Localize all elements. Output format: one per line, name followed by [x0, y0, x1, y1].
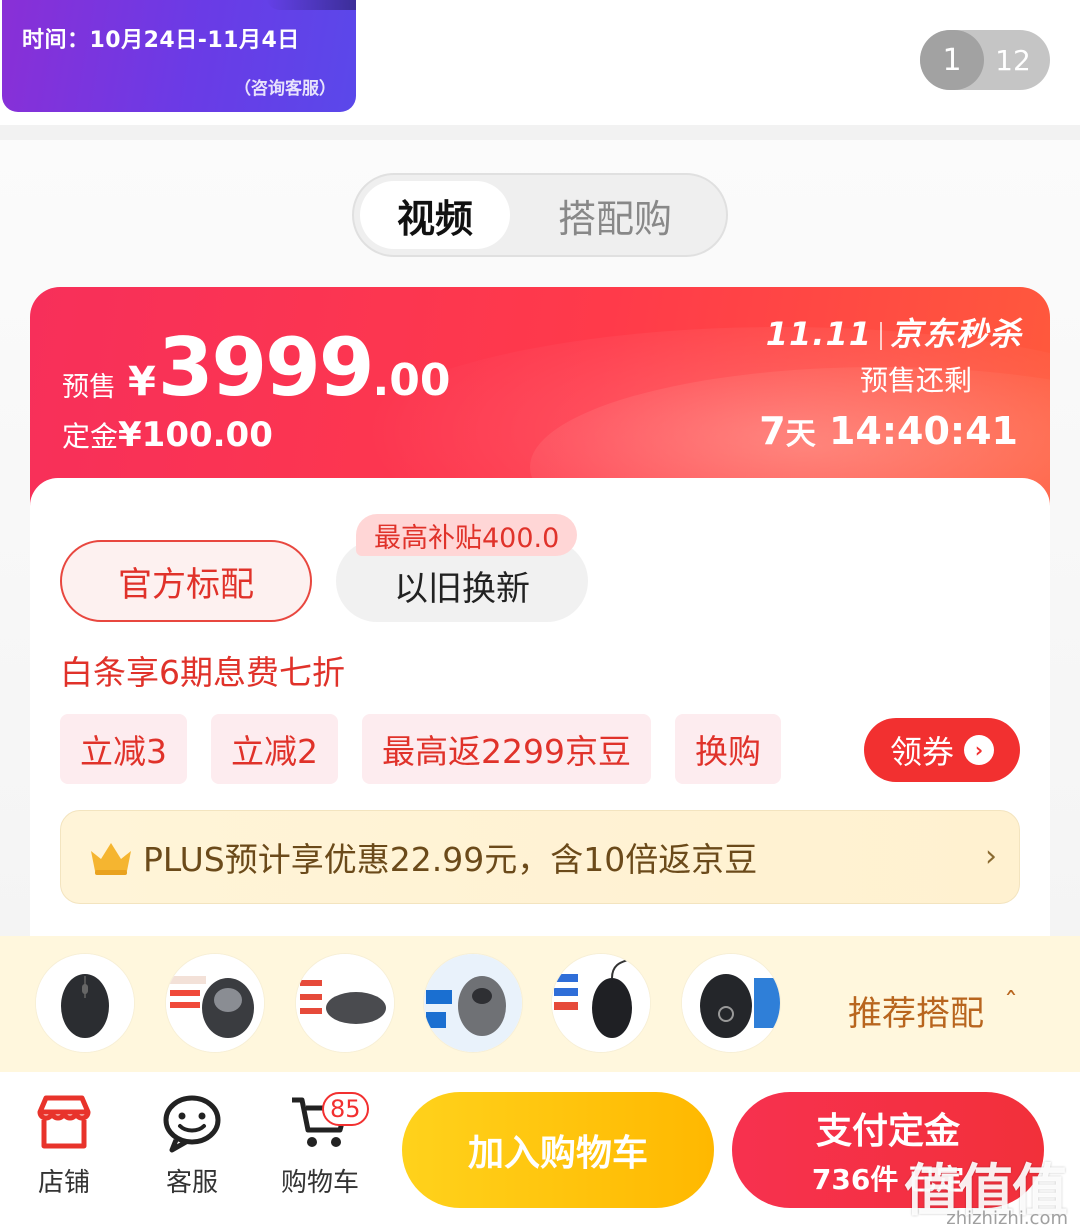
promo-consult-text: （咨询客服） — [234, 79, 336, 99]
mouse-icon — [296, 954, 394, 1052]
gallery-area: 时间：10月24日-11月4日 （咨询客服） 1 12 — [0, 0, 1080, 125]
tab-bundle[interactable]: 搭配购 — [510, 181, 720, 249]
seckill-logo: 11.11 京东秒杀 — [766, 309, 1022, 355]
subsidy-tag: 最高补贴400.0 — [356, 514, 578, 556]
mouse-icon — [166, 954, 264, 1052]
pager-total: 12 — [995, 43, 1031, 77]
recommend-thumb[interactable] — [682, 954, 780, 1052]
mouse-icon — [36, 954, 134, 1052]
logo-divider — [879, 322, 882, 350]
shop-icon — [37, 1095, 91, 1149]
coupon-tag[interactable]: 立减2 — [211, 714, 338, 784]
option-official-config[interactable]: 官方标配 — [60, 540, 312, 622]
chevron-right-icon: › — [985, 839, 997, 874]
nav-shop-label: 店铺 — [37, 1168, 90, 1198]
chevron-up-icon[interactable]: ˆ — [1004, 986, 1018, 1019]
recommend-thumb[interactable] — [424, 954, 522, 1052]
media-tab-switch: 视频 搭配购 — [352, 173, 728, 257]
price-integer: 3999 — [157, 321, 375, 414]
nav-service[interactable]: 客服 — [142, 1090, 242, 1199]
get-coupon-label: 领券 — [889, 733, 954, 771]
baitiao-promo-text[interactable]: 白条享6期息费七折 — [60, 646, 345, 694]
purchase-options-card: 官方标配 以旧换新 最高补贴400.0 白条享6期息费七折 立减3 立减2 最高… — [30, 478, 1050, 948]
presale-label: 预售 — [62, 372, 116, 403]
plus-member-bar[interactable]: PLUS预计享优惠22.99元，含10倍返京豆 › — [60, 810, 1020, 904]
mouse-icon — [424, 954, 522, 1052]
recommend-thumb[interactable] — [166, 954, 264, 1052]
coupon-tag[interactable]: 最高返2299京豆 — [362, 714, 651, 784]
currency-symbol: ¥ — [128, 359, 156, 405]
seckill-logo-text: 京东秒杀 — [889, 315, 1022, 353]
crown-icon — [91, 843, 131, 875]
promo-banner[interactable]: 时间：10月24日-11月4日 （咨询客服） — [2, 0, 356, 112]
nav-service-label: 客服 — [165, 1168, 218, 1198]
deposit-label: 定金 — [62, 420, 119, 453]
recommend-thumb[interactable] — [552, 954, 650, 1052]
add-to-cart-button[interactable]: 加入购物车 — [402, 1092, 714, 1208]
chevron-right-icon: › — [964, 735, 994, 765]
mouse-icon — [682, 954, 780, 1052]
gallery-pager: 1 12 — [920, 30, 1050, 90]
customer-service-icon — [163, 1095, 221, 1153]
deposit-price: 定金¥100.00 — [62, 415, 273, 455]
recommend-thumb[interactable] — [296, 954, 394, 1052]
nav-cart-label: 购物车 — [280, 1168, 359, 1198]
banner-decoration — [266, 0, 356, 10]
pager-current: 1 — [920, 30, 984, 90]
get-coupon-button[interactable]: 领券 › — [864, 718, 1020, 782]
countdown-time: 14:40:41 — [828, 409, 1018, 453]
mouse-icon — [552, 954, 650, 1052]
countdown-timer: 7天 14:40:41 — [759, 409, 1018, 453]
coupon-tag[interactable]: 换购 — [674, 714, 781, 784]
nav-shop[interactable]: 店铺 — [14, 1090, 114, 1199]
coupon-tags: 立减3 立减2 最高返2299京豆 换购 — [60, 714, 805, 784]
deposit-value: ¥100.00 — [118, 415, 273, 455]
plus-promo-text: PLUS预计享优惠22.99元，含10倍返京豆 — [143, 840, 758, 879]
presale-remaining-label: 预售还剩 — [859, 364, 972, 397]
countdown-days: 7 — [759, 409, 786, 453]
price-decimal: .00 — [372, 355, 451, 406]
recommended-bundle-label[interactable]: 推荐搭配 — [848, 986, 984, 1035]
double-eleven-logo: 11.11 — [765, 315, 872, 353]
cart-count-badge: 85 — [322, 1092, 369, 1126]
coupon-tag[interactable]: 立减3 — [60, 714, 187, 784]
presale-price: ¥ 3999 .00 — [128, 321, 450, 414]
countdown-day-unit: 天 — [785, 417, 816, 452]
site-watermark-url: zhizhizhi.com — [946, 1208, 1068, 1229]
recommend-thumb[interactable] — [36, 954, 134, 1052]
tab-video[interactable]: 视频 — [360, 181, 510, 249]
promo-time-text: 时间：10月24日-11月4日 — [22, 28, 300, 53]
